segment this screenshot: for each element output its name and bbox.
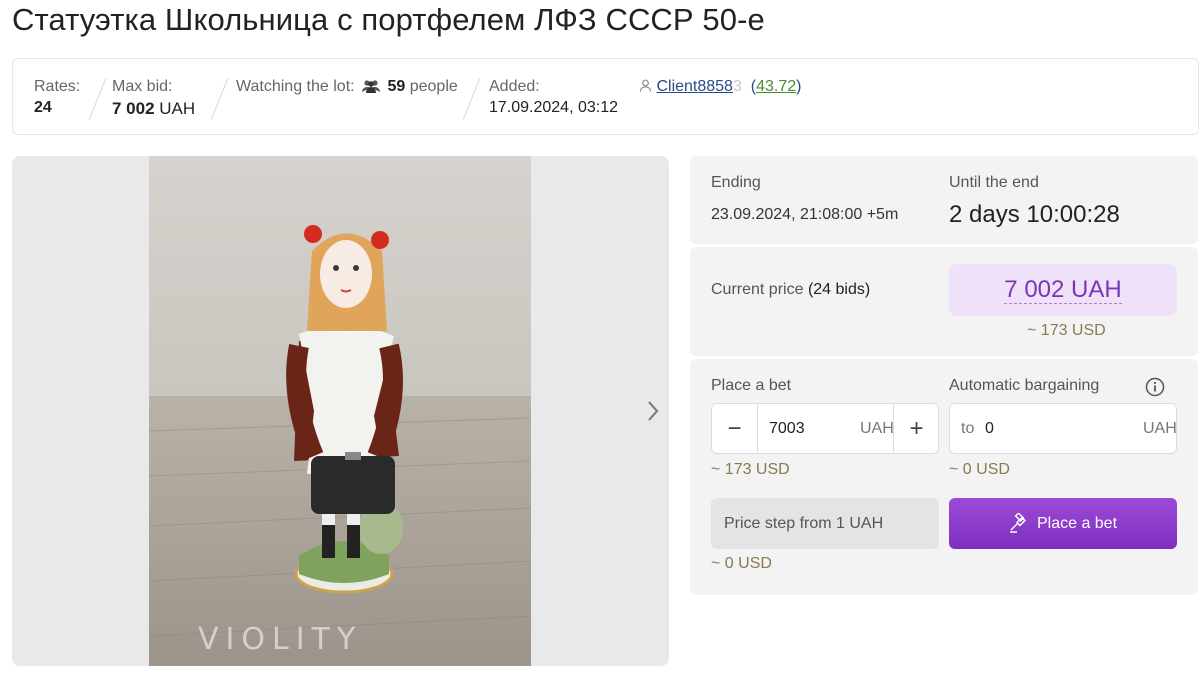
ending-panel: Ending 23.09.2024, 21:08:00 +5m Until th… bbox=[690, 156, 1198, 244]
bet-panel: Place a bet Automatic bargaining − 7003 … bbox=[690, 359, 1198, 595]
minus-icon[interactable]: − bbox=[712, 404, 758, 453]
user-icon bbox=[639, 78, 656, 95]
bet-amount-input[interactable]: 7003 bbox=[769, 404, 859, 453]
lot-photo[interactable] bbox=[149, 156, 531, 666]
place-bet-button-label: Place a bet bbox=[1036, 515, 1118, 532]
seller-name-faded: 3 bbox=[732, 78, 742, 95]
current-price-value: 7 002 UAH bbox=[1004, 276, 1122, 304]
ending-value: 23.09.2024, 21:08:00 +5m bbox=[711, 206, 899, 223]
watching-unit: people bbox=[409, 78, 458, 95]
gavel-icon bbox=[1009, 512, 1026, 533]
photo-gallery: VIOLITY bbox=[12, 156, 669, 666]
watching-stat: Watching the lot: 59 people bbox=[236, 78, 458, 98]
rates-value: 24 bbox=[34, 99, 52, 116]
until-end-label: Until the end bbox=[949, 174, 1039, 191]
added-value: 17.09.2024, 03:12 bbox=[489, 99, 619, 116]
lot-info-bar: Rates: 24 Max bid: 7 002 UAH Watching th… bbox=[12, 58, 1199, 135]
countdown-value: 2 days 10:00:28 bbox=[949, 201, 1120, 228]
rates-stat: Rates: 24 bbox=[34, 78, 80, 117]
place-bet-label: Place a bet bbox=[711, 377, 792, 394]
place-bet-button[interactable]: Place a bet bbox=[949, 498, 1177, 549]
bet-currency: UAH bbox=[860, 420, 894, 437]
price-panel: Current price (24 bids) 7 002 UAH ~ 173 … bbox=[690, 247, 1198, 356]
plus-icon[interactable]: + bbox=[893, 404, 939, 453]
price-usd: ~ 173 USD bbox=[1027, 322, 1106, 339]
price-step-info: Price step from 1 UAH bbox=[711, 498, 939, 549]
current-price-label: Current price (24 bids) bbox=[711, 281, 870, 299]
auto-bargaining-label: Automatic bargaining bbox=[949, 377, 1100, 394]
seller-link[interactable]: Client8858 bbox=[656, 78, 733, 95]
seller-rating[interactable]: 43.72 bbox=[756, 78, 796, 95]
seller-info: Client88583 (43.72) bbox=[639, 78, 801, 96]
divider bbox=[210, 78, 229, 120]
added-label: Added: bbox=[489, 78, 540, 95]
watching-label: Watching the lot: bbox=[236, 78, 355, 95]
max-bid-label: Max bid: bbox=[112, 78, 173, 95]
auto-prefix: to bbox=[961, 420, 975, 437]
watching-count: 59 bbox=[387, 78, 406, 95]
auto-bargaining-input[interactable]: to 0 UAH bbox=[949, 403, 1177, 454]
max-bid-stat: Max bid: 7 002 UAH bbox=[112, 78, 195, 119]
auto-currency: UAH bbox=[1143, 420, 1177, 437]
max-bid-amount: 7 002 bbox=[112, 99, 155, 118]
step-usd: ~ 0 USD bbox=[711, 555, 772, 572]
divider bbox=[462, 78, 481, 120]
watermark: VIOLITY bbox=[198, 622, 363, 657]
max-bid-currency: UAH bbox=[159, 99, 196, 118]
people-icon bbox=[361, 79, 381, 98]
added-stat: Added: 17.09.2024, 03:12 bbox=[489, 78, 618, 117]
divider bbox=[88, 78, 107, 120]
bet-amount-stepper: − 7003 UAH + bbox=[711, 403, 939, 454]
auto-usd: ~ 0 USD bbox=[949, 461, 1010, 478]
bids-count: (24 bids) bbox=[807, 281, 871, 298]
ending-label: Ending bbox=[711, 174, 761, 191]
chevron-right-icon[interactable] bbox=[646, 400, 660, 427]
bet-usd: ~ 173 USD bbox=[711, 461, 790, 478]
current-price-text: Current price bbox=[711, 281, 804, 298]
page-title: Статуэтка Школьница с портфелем ЛФЗ СССР… bbox=[12, 2, 765, 37]
price-tag: 7 002 UAH bbox=[949, 264, 1177, 316]
info-icon[interactable] bbox=[1145, 377, 1165, 402]
auto-amount[interactable]: 0 bbox=[985, 404, 994, 453]
rates-label: Rates: bbox=[34, 78, 81, 95]
